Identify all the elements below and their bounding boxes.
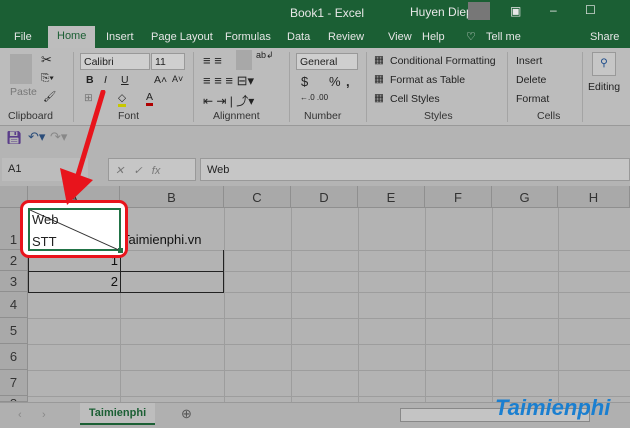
font-group-label: Font: [118, 110, 140, 122]
decrease-font-icon[interactable]: A˅: [172, 74, 183, 84]
cell-a1-top-text: Web: [32, 212, 59, 227]
tab-page-layout[interactable]: Page Layout: [151, 31, 213, 43]
minimize-icon[interactable]: –: [550, 3, 557, 17]
red-arrow-icon: [60, 90, 106, 205]
ribbon-tabs: File Home Insert Page Layout Formulas Da…: [0, 26, 630, 48]
column-header-d[interactable]: D: [291, 186, 358, 208]
number-format-select[interactable]: General: [296, 53, 358, 70]
paste-button[interactable]: Paste: [10, 86, 37, 98]
decimal-icons[interactable]: ←.0 .00: [300, 93, 328, 102]
ribbon-display-icon[interactable]: ▣: [510, 4, 521, 18]
title-bar: Book1 - Excel Huyen Diep ▣ – ☐: [0, 0, 630, 26]
format-as-table-icon: ▦: [374, 73, 384, 85]
add-sheet-icon[interactable]: ⊕: [181, 406, 192, 422]
increase-font-icon[interactable]: A˄: [154, 74, 167, 86]
indent-icons[interactable]: ⇤ ⇥ | ⤴▾: [203, 92, 254, 109]
insert-cells-button[interactable]: Insert: [516, 55, 542, 67]
align-top-icon[interactable]: ≡ ≡: [203, 53, 222, 68]
sheet-tab-bar: ‹ › Taimienphi ⊕ Taimienphi: [0, 395, 630, 428]
next-sheet-icon[interactable]: ›: [42, 409, 46, 421]
tab-data[interactable]: Data: [287, 31, 310, 43]
cut-icon[interactable]: ✂: [41, 52, 52, 68]
italic-button[interactable]: I: [104, 74, 107, 86]
formula-input[interactable]: Web: [200, 158, 630, 181]
tab-insert[interactable]: Insert: [106, 31, 134, 43]
row-header-7[interactable]: 7: [0, 370, 28, 396]
font-size-select[interactable]: 11: [151, 53, 185, 70]
tell-me-search[interactable]: Tell me: [486, 31, 521, 43]
cell-a3[interactable]: 2: [28, 274, 118, 289]
format-cells-button[interactable]: Format: [516, 93, 549, 105]
sheet-tab-taimienphi[interactable]: Taimienphi: [80, 403, 155, 425]
copy-icon[interactable]: ⎘▾: [41, 72, 54, 85]
align-bottom-icon[interactable]: [236, 50, 252, 70]
format-as-table-button[interactable]: Format as Table: [390, 74, 465, 86]
column-header-b[interactable]: B: [120, 186, 224, 208]
clipboard-group-label: Clipboard: [8, 110, 53, 122]
column-header-f[interactable]: F: [425, 186, 492, 208]
maximize-icon[interactable]: ☐: [585, 3, 596, 17]
fill-handle[interactable]: [118, 248, 123, 253]
cell-a1[interactable]: Web STT: [28, 208, 123, 253]
avatar[interactable]: [468, 2, 490, 20]
column-header-g[interactable]: G: [492, 186, 558, 208]
save-icon[interactable]: 💾︎: [6, 130, 23, 146]
tab-help[interactable]: Help: [422, 31, 445, 43]
bold-button[interactable]: B: [86, 74, 94, 86]
window-title: Book1 - Excel: [290, 6, 365, 20]
editing-button[interactable]: Editing: [588, 81, 620, 93]
font-name-select[interactable]: Calibri: [80, 53, 150, 70]
comma-button[interactable]: ,: [346, 74, 350, 89]
wrap-text-icon[interactable]: ab↲: [256, 50, 274, 61]
styles-group-label: Styles: [424, 110, 453, 122]
cell-a1-bottom-text: STT: [32, 234, 57, 249]
percent-button[interactable]: %: [329, 74, 341, 89]
cancel-icon[interactable]: ✕: [115, 165, 124, 177]
column-header-c[interactable]: C: [224, 186, 291, 208]
align-left-center-right-icons[interactable]: ≡ ≡ ≡ ⊟▾: [203, 73, 254, 89]
tab-home[interactable]: Home: [48, 26, 96, 48]
row-header-6[interactable]: 6: [0, 344, 28, 370]
cell-styles-button[interactable]: Cell Styles: [390, 93, 440, 105]
font-color-icon[interactable]: A: [146, 91, 154, 106]
prev-sheet-icon[interactable]: ‹: [18, 409, 22, 421]
conditional-formatting-icon: ▦: [374, 54, 384, 66]
alignment-group-label: Alignment: [213, 110, 260, 122]
tab-formulas[interactable]: Formulas: [225, 31, 271, 43]
formula-buttons: ✕ ✓ fx: [108, 158, 196, 181]
tab-file[interactable]: File: [14, 31, 32, 43]
number-group-label: Number: [304, 110, 342, 122]
user-name: Huyen Diep: [410, 5, 473, 19]
undo-icon[interactable]: ↶▾: [28, 129, 45, 145]
watermark-logo: Taimienphi: [495, 395, 611, 420]
search-icon[interactable]: ⚲: [592, 52, 616, 76]
row-header-5[interactable]: 5: [0, 318, 28, 344]
lightbulb-icon: ♡: [466, 31, 476, 43]
enter-icon[interactable]: ✓: [133, 165, 142, 177]
conditional-formatting-button[interactable]: Conditional Formatting: [390, 55, 496, 67]
cell-b1[interactable]: Taimienphi.vn: [122, 232, 202, 247]
column-header-e[interactable]: E: [358, 186, 425, 208]
column-header-h[interactable]: H: [558, 186, 630, 208]
row-header-3[interactable]: 3: [0, 271, 28, 292]
cells-group-label: Cells: [537, 110, 561, 122]
row-header-4[interactable]: 4: [0, 292, 28, 318]
underline-button[interactable]: U: [121, 74, 129, 86]
fill-color-icon[interactable]: ◇: [118, 92, 127, 107]
paste-icon[interactable]: [10, 54, 32, 84]
share-button[interactable]: Share: [590, 31, 619, 43]
currency-button[interactable]: $: [301, 74, 308, 89]
tab-view[interactable]: View: [388, 31, 412, 43]
tab-review[interactable]: Review: [328, 31, 364, 43]
insert-function-button[interactable]: fx: [152, 165, 161, 177]
cell-styles-icon: ▦: [374, 92, 384, 104]
delete-cells-button[interactable]: Delete: [516, 74, 546, 86]
